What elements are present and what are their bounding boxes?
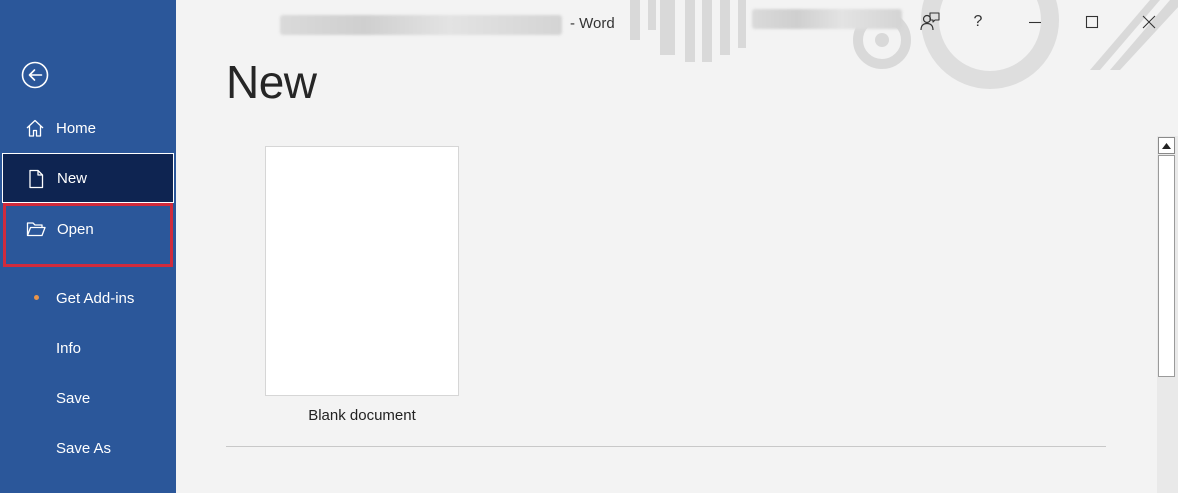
sidebar-item-save-as[interactable]: Save As [2, 423, 174, 473]
vertical-scrollbar[interactable] [1157, 136, 1178, 493]
minimize-icon [1029, 21, 1041, 24]
sidebar-item-label: New [57, 169, 88, 187]
minimize-button[interactable] [1018, 8, 1052, 36]
sidebar-item-label: Info [56, 339, 82, 357]
account-name-redacted [752, 9, 902, 29]
scroll-up-button[interactable] [1158, 137, 1175, 154]
triangle-up-icon [1162, 142, 1171, 149]
close-button[interactable] [1132, 8, 1166, 36]
sidebar-item-label: Home [56, 119, 97, 137]
sidebar-item-save[interactable]: Save [2, 373, 174, 423]
backstage-sidebar: Home New Open Get Add-ins Info Save Save… [0, 0, 176, 493]
notification-dot [34, 295, 39, 300]
folder-open-icon [26, 222, 46, 237]
window-title: - Word [570, 15, 615, 32]
template-label[interactable]: Blank document [265, 407, 459, 424]
close-icon [1142, 15, 1156, 29]
sidebar-item-label: Save As [56, 439, 112, 457]
section-divider [226, 446, 1106, 447]
scroll-thumb[interactable] [1158, 155, 1175, 377]
sidebar-item-label: Get Add-ins [56, 289, 135, 307]
blank-document-template[interactable] [265, 146, 459, 396]
sidebar-item-home[interactable]: Home [2, 103, 174, 153]
back-arrow-icon [21, 61, 49, 89]
coauthor-button[interactable] [913, 8, 947, 36]
person-chat-icon [920, 12, 940, 31]
sidebar-item-open[interactable]: Open [3, 203, 173, 267]
back-button[interactable] [20, 60, 50, 90]
maximize-button[interactable] [1075, 8, 1109, 36]
help-icon: ? [973, 13, 983, 30]
sidebar-item-label: Open [57, 221, 94, 238]
document-icon [29, 169, 44, 189]
sidebar-item-get-add-ins[interactable]: Get Add-ins [2, 273, 174, 323]
page-title: New [226, 56, 317, 108]
document-name-redacted [280, 15, 562, 35]
home-icon [26, 119, 44, 137]
help-button[interactable]: ? [961, 8, 995, 36]
sidebar-item-label: Save [56, 389, 91, 407]
maximize-icon [1085, 15, 1099, 29]
sidebar-item-new[interactable]: New [2, 153, 174, 203]
sidebar-item-info[interactable]: Info [2, 323, 174, 373]
